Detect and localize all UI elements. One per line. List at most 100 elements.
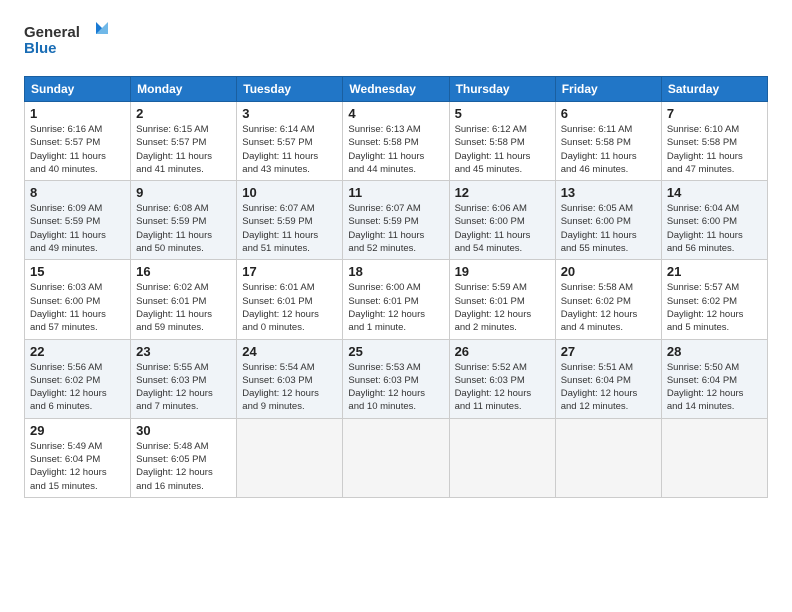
calendar-cell: 16Sunrise: 6:02 AMSunset: 6:01 PMDayligh… [131,260,237,339]
day-info: Sunrise: 6:12 AMSunset: 5:58 PMDaylight:… [455,123,550,176]
day-number: 19 [455,264,550,279]
day-number: 27 [561,344,656,359]
day-info: Sunrise: 6:07 AMSunset: 5:59 PMDaylight:… [348,202,443,255]
day-info: Sunrise: 6:01 AMSunset: 6:01 PMDaylight:… [242,281,337,334]
calendar-cell: 5 Sunrise: 6:12 AMSunset: 5:58 PMDaylight… [449,102,555,181]
calendar-week-4: 22Sunrise: 5:56 AMSunset: 6:02 PMDayligh… [25,339,768,418]
calendar-cell: 29 Sunrise: 5:49 AMSunset: 6:04 PMDayligh… [25,418,131,497]
calendar-table: SundayMondayTuesdayWednesdayThursdayFrid… [24,76,768,498]
day-info: Sunrise: 5:59 AMSunset: 6:01 PMDaylight:… [455,281,550,334]
calendar-cell: 27 Sunrise: 5:51 AMSunset: 6:04 PMDayligh… [555,339,661,418]
day-info: Sunrise: 5:55 AMSunset: 6:03 PMDaylight:… [136,361,231,414]
day-info: Sunrise: 6:15 AMSunset: 5:57 PMDaylight:… [136,123,231,176]
svg-text:Blue: Blue [24,40,57,57]
day-number: 3 [242,106,337,121]
day-number: 26 [455,344,550,359]
calendar-header-row: SundayMondayTuesdayWednesdayThursdayFrid… [25,77,768,102]
calendar-cell [343,418,449,497]
weekday-header-tuesday: Tuesday [237,77,343,102]
calendar-week-5: 29 Sunrise: 5:49 AMSunset: 6:04 PMDayligh… [25,418,768,497]
calendar-cell: 9 Sunrise: 6:08 AMSunset: 5:59 PMDaylight… [131,181,237,260]
calendar-cell [555,418,661,497]
calendar-cell: 18 Sunrise: 6:00 AMSunset: 6:01 PMDayligh… [343,260,449,339]
day-info: Sunrise: 6:14 AMSunset: 5:57 PMDaylight:… [242,123,337,176]
day-number: 5 [455,106,550,121]
day-number: 23 [136,344,231,359]
day-number: 29 [30,423,125,438]
day-info: Sunrise: 5:58 AMSunset: 6:02 PMDaylight:… [561,281,656,334]
day-number: 1 [30,106,125,121]
svg-text:General: General [24,24,80,41]
day-info: Sunrise: 6:07 AMSunset: 5:59 PMDaylight:… [242,202,337,255]
calendar-cell: 22Sunrise: 5:56 AMSunset: 6:02 PMDayligh… [25,339,131,418]
day-number: 20 [561,264,656,279]
calendar-cell: 20 Sunrise: 5:58 AMSunset: 6:02 PMDayligh… [555,260,661,339]
day-number: 7 [667,106,762,121]
calendar-cell: 30 Sunrise: 5:48 AMSunset: 6:05 PMDayligh… [131,418,237,497]
calendar-cell: 8 Sunrise: 6:09 AMSunset: 5:59 PMDaylight… [25,181,131,260]
day-info: Sunrise: 6:00 AMSunset: 6:01 PMDaylight:… [348,281,443,334]
weekday-header-monday: Monday [131,77,237,102]
day-number: 9 [136,185,231,200]
day-number: 14 [667,185,762,200]
calendar-cell: 24 Sunrise: 5:54 AMSunset: 6:03 PMDayligh… [237,339,343,418]
calendar-cell [237,418,343,497]
calendar-cell: 3 Sunrise: 6:14 AMSunset: 5:57 PMDaylight… [237,102,343,181]
day-info: Sunrise: 5:49 AMSunset: 6:04 PMDaylight:… [30,440,125,493]
day-number: 16 [136,264,231,279]
day-info: Sunrise: 6:08 AMSunset: 5:59 PMDaylight:… [136,202,231,255]
day-info: Sunrise: 5:48 AMSunset: 6:05 PMDaylight:… [136,440,231,493]
day-info: Sunrise: 5:57 AMSunset: 6:02 PMDaylight:… [667,281,762,334]
calendar-cell: 4 Sunrise: 6:13 AMSunset: 5:58 PMDaylight… [343,102,449,181]
day-number: 4 [348,106,443,121]
day-info: Sunrise: 6:05 AMSunset: 6:00 PMDaylight:… [561,202,656,255]
page: General Blue SundayMondayTuesdayWednesda… [0,0,792,612]
day-info: Sunrise: 6:10 AMSunset: 5:58 PMDaylight:… [667,123,762,176]
calendar-cell: 14 Sunrise: 6:04 AMSunset: 6:00 PMDayligh… [661,181,767,260]
calendar-cell: 23 Sunrise: 5:55 AMSunset: 6:03 PMDayligh… [131,339,237,418]
day-number: 24 [242,344,337,359]
weekday-header-saturday: Saturday [661,77,767,102]
logo-svg: General Blue [24,20,114,64]
day-number: 10 [242,185,337,200]
header: General Blue [24,20,768,64]
day-number: 15 [30,264,125,279]
weekday-header-sunday: Sunday [25,77,131,102]
day-number: 2 [136,106,231,121]
day-info: Sunrise: 6:04 AMSunset: 6:00 PMDaylight:… [667,202,762,255]
calendar-cell: 10 Sunrise: 6:07 AMSunset: 5:59 PMDayligh… [237,181,343,260]
calendar-cell: 17Sunrise: 6:01 AMSunset: 6:01 PMDayligh… [237,260,343,339]
calendar-cell: 7 Sunrise: 6:10 AMSunset: 5:58 PMDaylight… [661,102,767,181]
day-number: 6 [561,106,656,121]
day-info: Sunrise: 6:03 AMSunset: 6:00 PMDaylight:… [30,281,125,334]
day-number: 18 [348,264,443,279]
calendar-cell: 26 Sunrise: 5:52 AMSunset: 6:03 PMDayligh… [449,339,555,418]
day-info: Sunrise: 5:52 AMSunset: 6:03 PMDaylight:… [455,361,550,414]
day-info: Sunrise: 6:16 AMSunset: 5:57 PMDaylight:… [30,123,125,176]
calendar-cell: 6 Sunrise: 6:11 AMSunset: 5:58 PMDaylight… [555,102,661,181]
day-info: Sunrise: 6:11 AMSunset: 5:58 PMDaylight:… [561,123,656,176]
calendar-cell [449,418,555,497]
calendar-cell [661,418,767,497]
day-number: 30 [136,423,231,438]
calendar-week-3: 15 Sunrise: 6:03 AMSunset: 6:00 PMDayligh… [25,260,768,339]
calendar-cell: 28Sunrise: 5:50 AMSunset: 6:04 PMDayligh… [661,339,767,418]
calendar-cell: 12Sunrise: 6:06 AMSunset: 6:00 PMDayligh… [449,181,555,260]
weekday-header-wednesday: Wednesday [343,77,449,102]
day-info: Sunrise: 6:06 AMSunset: 6:00 PMDaylight:… [455,202,550,255]
calendar-cell: 15 Sunrise: 6:03 AMSunset: 6:00 PMDayligh… [25,260,131,339]
calendar-week-1: 1 Sunrise: 6:16 AMSunset: 5:57 PMDaylight… [25,102,768,181]
calendar-cell: 13Sunrise: 6:05 AMSunset: 6:00 PMDayligh… [555,181,661,260]
day-number: 25 [348,344,443,359]
day-number: 28 [667,344,762,359]
day-info: Sunrise: 5:51 AMSunset: 6:04 PMDaylight:… [561,361,656,414]
calendar-cell: 21 Sunrise: 5:57 AMSunset: 6:02 PMDayligh… [661,260,767,339]
day-info: Sunrise: 6:13 AMSunset: 5:58 PMDaylight:… [348,123,443,176]
calendar-cell: 19 Sunrise: 5:59 AMSunset: 6:01 PMDayligh… [449,260,555,339]
day-number: 21 [667,264,762,279]
day-number: 8 [30,185,125,200]
day-number: 22 [30,344,125,359]
day-info: Sunrise: 5:54 AMSunset: 6:03 PMDaylight:… [242,361,337,414]
calendar-cell: 1 Sunrise: 6:16 AMSunset: 5:57 PMDaylight… [25,102,131,181]
day-info: Sunrise: 6:09 AMSunset: 5:59 PMDaylight:… [30,202,125,255]
